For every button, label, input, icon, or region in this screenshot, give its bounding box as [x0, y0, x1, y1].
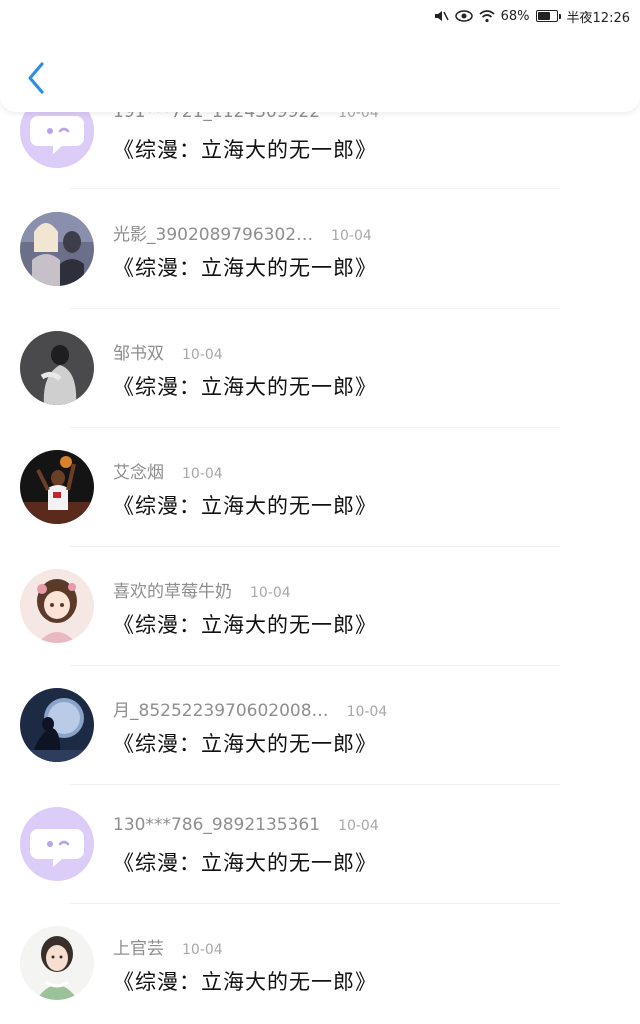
user-photo-icon [20, 688, 94, 762]
avatar[interactable] [20, 926, 94, 1000]
page: 191***721_1124309922 10-04 《综漫：立海大的无一郎》 光 [0, 0, 640, 1024]
book-title[interactable]: 《综漫：立海大的无一郎》 [113, 728, 377, 758]
divider [70, 188, 560, 189]
header: 68% 半夜12:26 [0, 0, 640, 112]
book-title[interactable]: 《综漫：立海大的无一郎》 [113, 966, 377, 996]
user-name: 喜欢的草莓牛奶 10-04 [113, 577, 291, 602]
user-photo-icon [20, 331, 94, 405]
user-name: 130***786_9892135361 10-04 [113, 815, 379, 835]
book-title[interactable]: 《综漫：立海大的无一郎》 [113, 490, 377, 520]
comment-date: 10-04 [338, 818, 379, 834]
user-name: 邹书双 10-04 [113, 339, 223, 364]
avatar[interactable] [20, 807, 94, 881]
list-item[interactable]: 喜欢的草莓牛奶 10-04 《综漫：立海大的无一郎》 [0, 569, 640, 688]
wifi-icon [479, 10, 495, 23]
list-item[interactable]: 月_8525223970602008… 10-04 《综漫：立海大的无一郎》 [0, 688, 640, 807]
user-name-text: 光影_3902089796302… [113, 225, 314, 245]
chevron-left-icon [28, 62, 44, 94]
comment-date: 10-04 [331, 228, 372, 244]
comment-date: 10-04 [182, 347, 223, 363]
user-name: 艾念烟 10-04 [113, 458, 223, 483]
user-name-text: 喜欢的草莓牛奶 [113, 582, 232, 602]
back-button[interactable] [18, 58, 54, 98]
mute-icon [434, 11, 449, 21]
user-photo-icon [20, 212, 94, 286]
user-name: 月_8525223970602008… 10-04 [113, 696, 387, 721]
eye-icon [454, 10, 473, 22]
divider [70, 903, 560, 904]
comment-date: 10-04 [182, 466, 223, 482]
avatar[interactable] [20, 450, 94, 524]
divider [70, 665, 560, 666]
list-item[interactable]: 130***786_9892135361 10-04 《综漫：立海大的无一郎》 [0, 807, 640, 926]
comment-date: 10-04 [346, 704, 388, 720]
list-item[interactable]: 邹书双 10-04 《综漫：立海大的无一郎》 [0, 331, 640, 450]
battery-icon [535, 10, 561, 22]
list-item[interactable]: 上官芸 10-04 《综漫：立海大的无一郎》 [0, 926, 640, 1024]
avatar[interactable] [20, 331, 94, 405]
book-title[interactable]: 《综漫：立海大的无一郎》 [113, 609, 377, 639]
battery-percent: 68% [500, 8, 530, 24]
user-photo-icon [20, 926, 94, 1000]
avatar[interactable] [20, 569, 94, 643]
user-name-text: 上官芸 [113, 939, 164, 959]
book-title[interactable]: 《综漫：立海大的无一郎》 [113, 252, 377, 282]
user-name-text: 月_8525223970602008… [113, 701, 329, 721]
divider [70, 546, 560, 547]
book-title[interactable]: 《综漫：立海大的无一郎》 [113, 847, 377, 877]
divider [70, 427, 560, 428]
user-name-text: 邹书双 [113, 344, 164, 364]
list-item[interactable]: 艾念烟 10-04 《综漫：立海大的无一郎》 [0, 450, 640, 569]
comment-date: 10-04 [182, 942, 223, 958]
chat-bubble-icon [20, 807, 94, 881]
avatar[interactable] [20, 212, 94, 286]
divider [70, 308, 560, 309]
list-item[interactable]: 光影_3902089796302… 10-04 《综漫：立海大的无一郎》 [0, 212, 640, 331]
user-photo-icon [20, 569, 94, 643]
user-name: 光影_3902089796302… 10-04 [113, 220, 372, 245]
status-bar: 68% 半夜12:26 [433, 6, 630, 26]
book-title[interactable]: 《综漫：立海大的无一郎》 [113, 371, 377, 401]
clock: 半夜12:26 [566, 10, 630, 26]
avatar[interactable] [20, 688, 94, 762]
user-name: 上官芸 10-04 [113, 934, 223, 959]
user-name-text: 艾念烟 [113, 463, 164, 483]
comment-date: 10-04 [250, 585, 291, 601]
book-title[interactable]: 《综漫：立海大的无一郎》 [113, 134, 377, 164]
user-photo-icon [20, 450, 94, 524]
divider [70, 784, 560, 785]
user-name-text: 130***786_9892135361 [113, 815, 321, 835]
